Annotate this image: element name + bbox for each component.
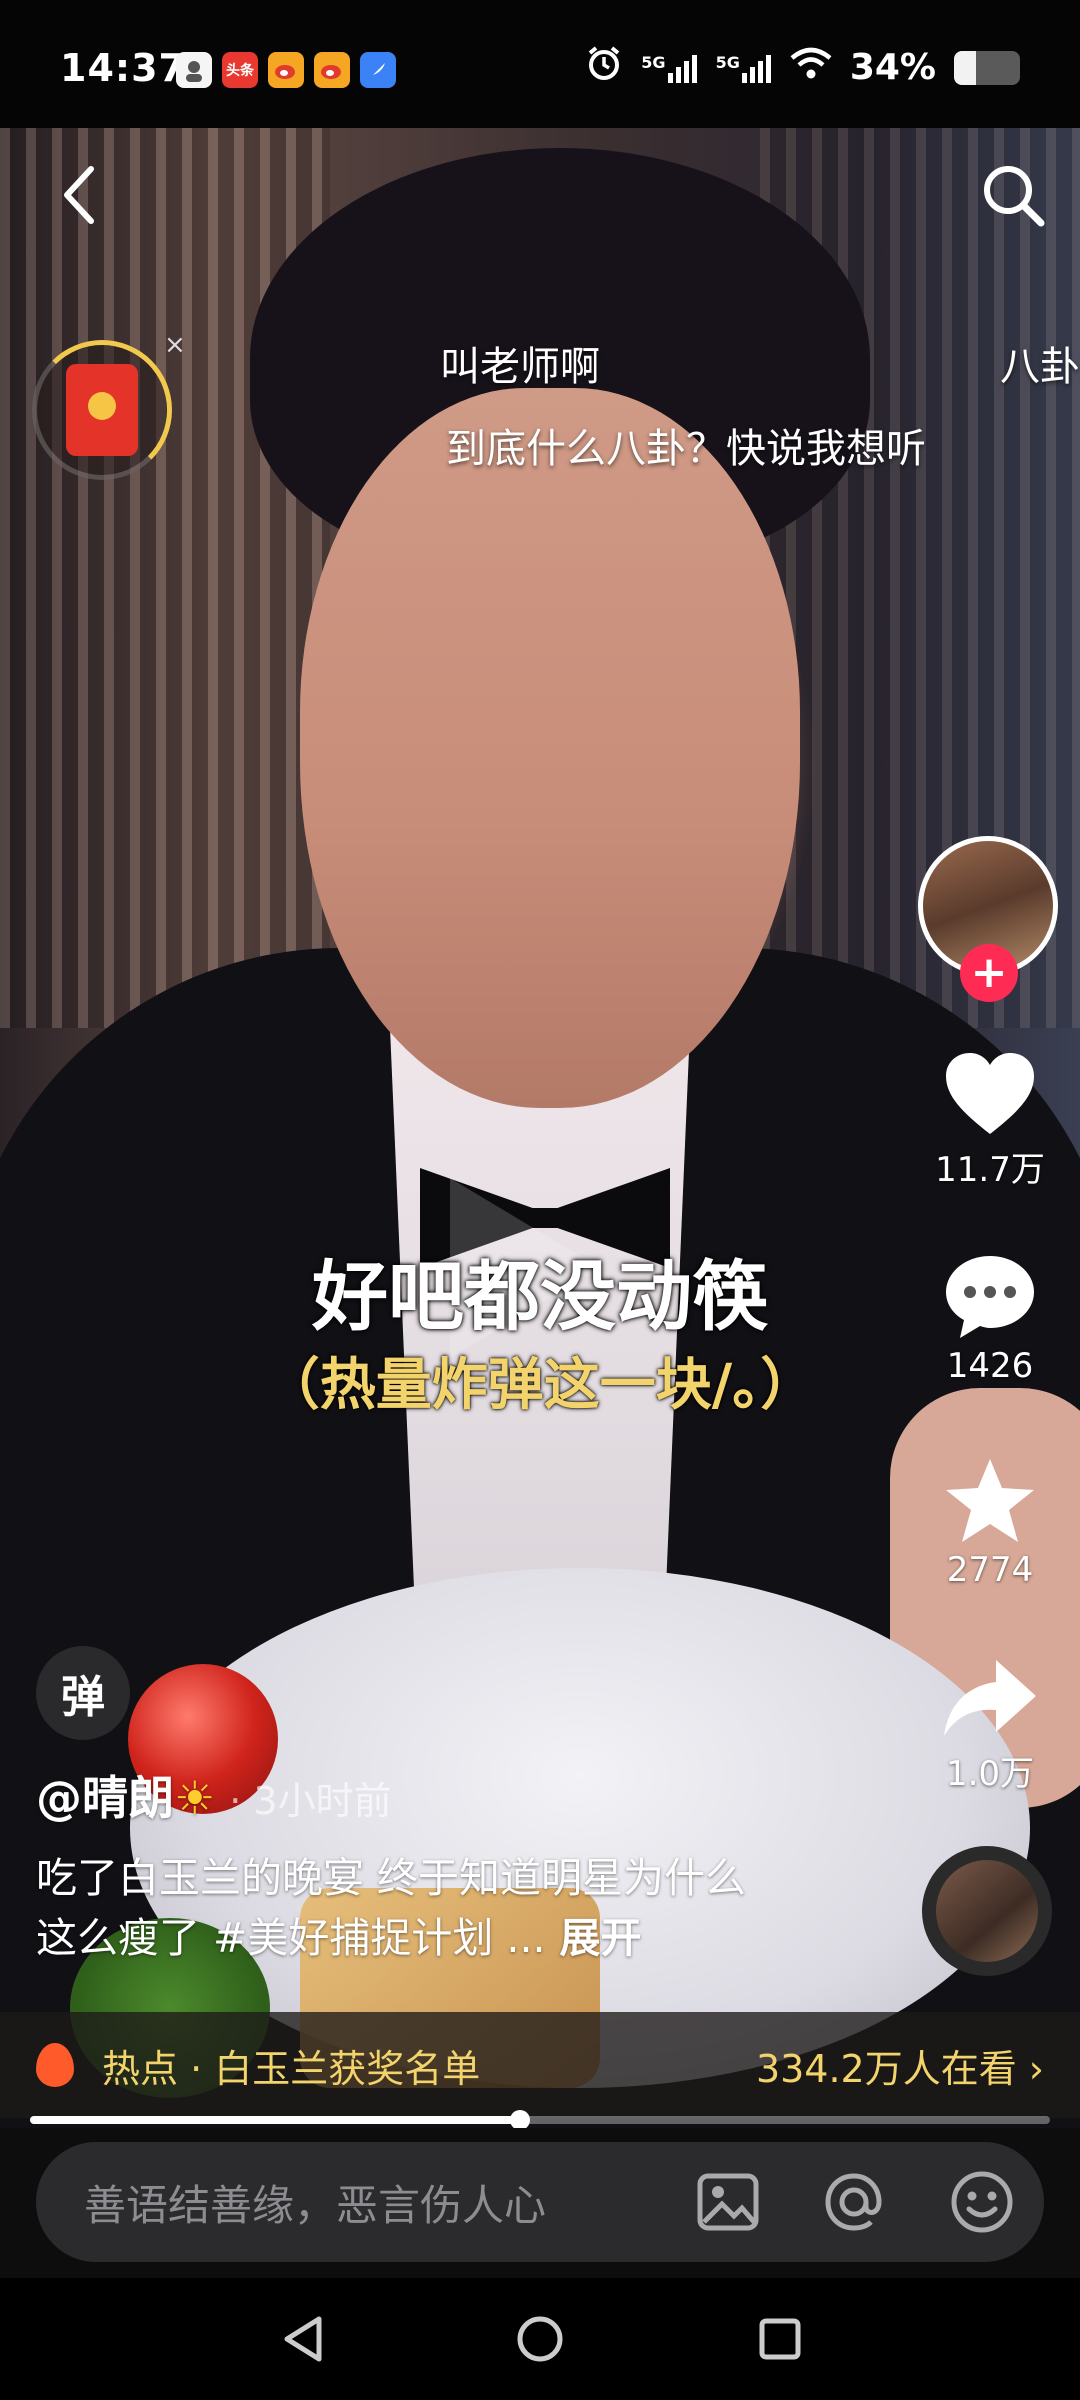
nav-recents-button[interactable] [745,2304,815,2374]
favorite-count: 2774 [946,1550,1034,1590]
back-button[interactable] [44,160,114,230]
flame-icon [36,2043,74,2087]
red-packet-icon [66,364,138,456]
image-icon [697,2173,759,2231]
danmaku-item: 八卦 [1000,344,1080,390]
square-recents-icon [759,2318,801,2360]
comment-button[interactable]: 1426 [918,1252,1062,1386]
progress-fill [30,2116,520,2124]
follow-button[interactable]: + [960,944,1018,1002]
comment-placeholder: 善语结善缘，恶言伤人心 [84,2180,547,2230]
danmaku-toggle-button[interactable]: 弹 [36,1646,130,1740]
share-arrow-icon [944,1660,1036,1736]
emoji-button[interactable] [942,2162,1022,2242]
progress-bar[interactable] [30,2110,1050,2130]
like-count: 11.7万 [935,1150,1045,1190]
star-icon [946,1459,1034,1542]
notification-icons: 头条 [176,52,396,88]
mention-button[interactable] [814,2162,894,2242]
hot-topic-bar[interactable]: 热点 · 白玉兰获奖名单 334.2万人在看 › [0,2012,1080,2118]
circle-home-icon [517,2316,563,2362]
hot-topic-label: 热点 · 白玉兰获奖名单 [102,2046,481,2091]
background-wall [0,128,330,1028]
battery-percent: 34% [849,47,936,88]
caption-user-row: @晴朗☀ · 3小时前 [36,1762,392,1828]
smile-icon [951,2171,1013,2233]
hot-viewers: 334.2万人在看 › [755,2046,1044,2091]
danmaku-item: 叫老师啊 [440,344,600,390]
face [300,388,800,1108]
at-icon [825,2173,882,2231]
battery-fill [954,50,977,85]
favorite-button[interactable]: 2774 [918,1456,1062,1590]
red-packet-widget[interactable] [32,340,172,480]
caption-text: 吃了白玉兰的晚宴 终于知道明星为什么这么瘦了 #美好捕捉计划 ... 展开 [36,1848,776,1968]
close-icon[interactable]: × [164,330,186,360]
heart-icon [946,1053,1034,1134]
comment-icon [946,1256,1034,1338]
share-button[interactable]: 1.0万 [918,1656,1062,1795]
nav-back-button[interactable] [268,2304,338,2374]
expand-link[interactable]: 展开 [560,1914,642,1962]
share-count: 1.0万 [945,1754,1035,1794]
search-icon [984,166,1045,227]
signal-5g-icon: 5G [716,53,772,83]
alarm-icon [585,44,623,91]
weibo-icon [268,52,304,88]
feather-app-icon [360,52,396,88]
danmaku-item: 到底什么八卦？快说我想听 [446,426,926,472]
comment-count: 1426 [946,1346,1034,1386]
status-time: 14:37 [60,46,186,90]
avatar-app-icon [176,52,212,88]
wifi-icon [790,46,832,89]
signal-5g-icon: 5G [641,53,697,83]
sun-icon: ☀ [174,1771,216,1825]
image-button[interactable] [688,2162,768,2242]
triangle-back-icon [284,2316,322,2362]
weibo-icon [314,52,350,88]
toutiao-icon: 头条 [222,52,258,88]
status-right: 5G 5G 34% [585,44,1020,91]
battery-icon [954,50,1020,85]
search-button[interactable] [978,160,1048,230]
progress-handle[interactable] [509,2110,530,2130]
status-bar: 14:37 头条 5G 5G 34% [0,0,1080,130]
music-disc[interactable] [922,1846,1052,1976]
nav-home-button[interactable] [505,2304,575,2374]
like-button[interactable]: 11.7万 [918,1050,1062,1191]
post-time: · 3小时前 [229,1779,392,1823]
chevron-left-icon [64,166,94,224]
author-username[interactable]: @晴朗☀ [36,1762,215,1828]
